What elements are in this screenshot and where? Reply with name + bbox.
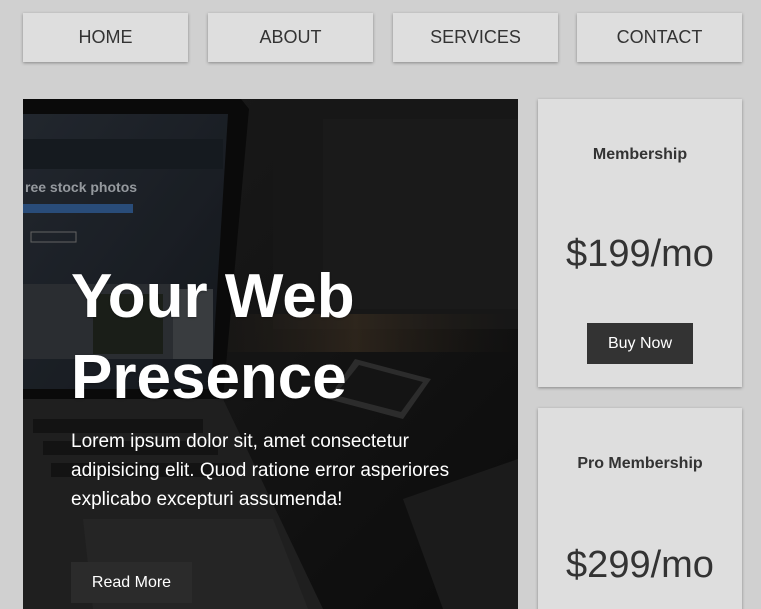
- card-title: Membership: [592, 146, 688, 163]
- nav-about-button[interactable]: ABOUT: [208, 13, 373, 62]
- read-more-button[interactable]: Read More: [71, 562, 192, 603]
- buy-now-button[interactable]: Buy Now: [587, 323, 693, 364]
- page: HOME ABOUT SERVICES CONTACT ree stock ph…: [0, 0, 761, 609]
- nav-home-button[interactable]: HOME: [23, 13, 188, 62]
- hero-title-line-1: Your Web: [71, 262, 355, 331]
- membership-card: Membership $199/mo Buy Now: [538, 99, 742, 387]
- hero-section: ree stock photos Your Web Presence Lorem …: [23, 99, 518, 609]
- card-title: Pro Membership: [577, 455, 703, 472]
- hero-title-line-2: Presence: [71, 342, 347, 412]
- card-price: $299/mo: [566, 544, 714, 586]
- hero-title: Your Web Presence: [71, 257, 491, 418]
- card-price: $199/mo: [566, 233, 714, 275]
- hero-description: Lorem ipsum dolor sit, amet consectetur …: [71, 431, 450, 510]
- nav-contact-button[interactable]: CONTACT: [577, 13, 742, 62]
- main-nav: HOME ABOUT SERVICES CONTACT: [23, 13, 742, 62]
- nav-services-button[interactable]: SERVICES: [393, 13, 558, 62]
- pro-membership-card: Pro Membership $299/mo: [538, 408, 742, 609]
